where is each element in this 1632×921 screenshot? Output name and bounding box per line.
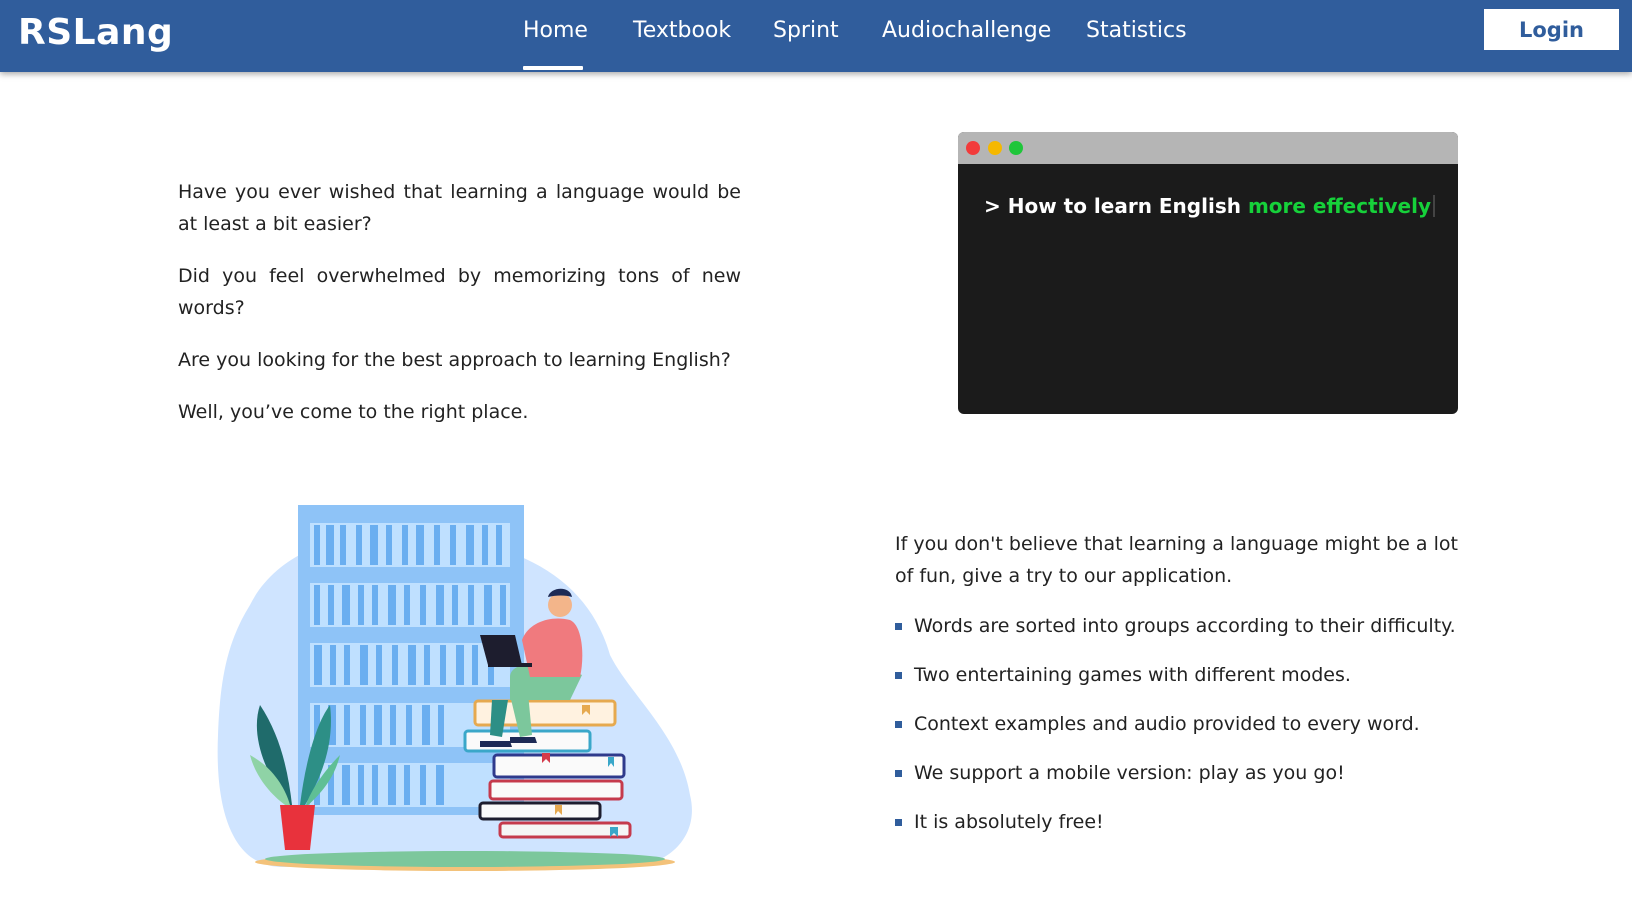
reading-illustration [210,505,710,880]
feature-text: Context examples and audio provided to e… [914,713,1420,735]
list-item: Two entertaining games with different mo… [895,659,1458,691]
bullet-icon [895,672,902,679]
terminal-prompt: > [984,194,1001,218]
maximize-dot-icon [1009,141,1023,155]
list-item: It is absolutely free! [895,806,1458,838]
nav-textbook[interactable]: Textbook [633,18,731,43]
intro-paragraph: Are you looking for the best approach to… [178,349,731,371]
minimize-dot-icon [988,141,1002,155]
feature-text: Words are sorted into groups according t… [914,615,1456,637]
features-list: Words are sorted into groups according t… [895,610,1458,838]
features-section: If you don't believe that learning a lan… [895,528,1458,855]
top-navbar: RSLang Home Textbook Sprint Audiochallen… [0,0,1632,72]
person-on-books-illustration [217,505,692,871]
nav-statistics[interactable]: Statistics [1086,18,1187,43]
list-item: Words are sorted into groups according t… [895,610,1458,642]
bullet-icon [895,770,902,777]
list-item: We support a mobile version: play as you… [895,757,1458,789]
login-button[interactable]: Login [1484,9,1619,50]
terminal-window: > How to learn English more effectively [958,132,1458,414]
bullet-icon [895,623,902,630]
terminal-text: > How to learn English more effectively [984,194,1436,218]
text-caret [1433,195,1436,217]
close-dot-icon [966,141,980,155]
active-nav-indicator [523,66,583,70]
terminal-titlebar [958,132,1458,164]
feature-text: Two entertaining games with different mo… [914,664,1351,686]
bullet-icon [895,819,902,826]
nav-sprint[interactable]: Sprint [773,18,839,43]
feature-text: It is absolutely free! [914,811,1104,833]
bullet-icon [895,721,902,728]
intro-paragraph: Have you ever wished that learning a lan… [178,181,741,235]
intro-paragraph: Well, you’ve come to the right place. [178,401,529,423]
terminal-text-highlight: more effectively [1247,194,1432,218]
nav-audiochallenge[interactable]: Audiochallenge [882,18,1051,43]
intro-section: Have you ever wished that learning a lan… [178,176,741,448]
feature-text: We support a mobile version: play as you… [914,762,1345,784]
terminal-text-main: How to learn English [1007,194,1241,218]
app-logo[interactable]: RSLang [18,12,173,53]
list-item: Context examples and audio provided to e… [895,708,1458,740]
features-lead: If you don't believe that learning a lan… [895,533,1458,587]
nav-home[interactable]: Home [523,18,588,43]
intro-paragraph: Did you feel overwhelmed by memorizing t… [178,265,741,319]
